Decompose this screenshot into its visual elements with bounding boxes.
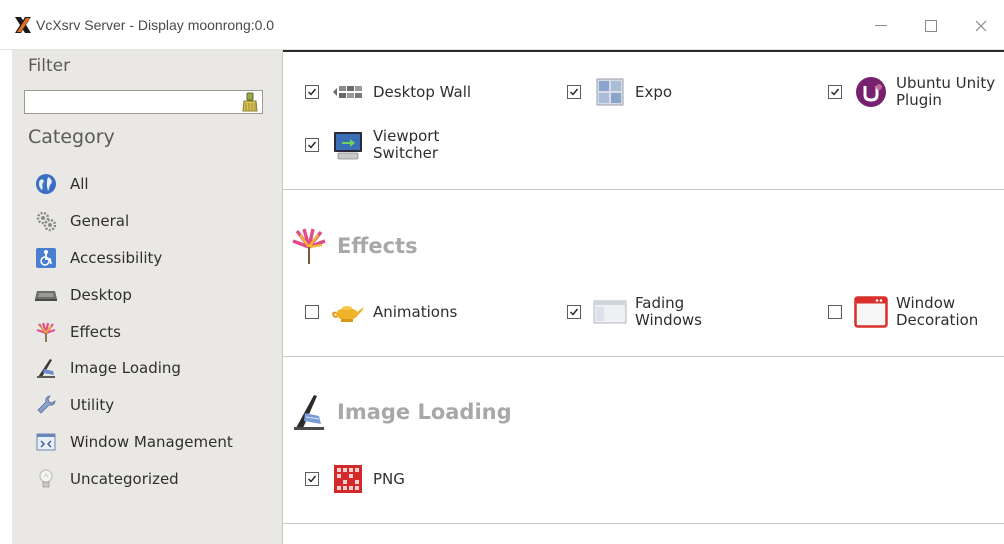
lightbulb-icon [34,467,58,491]
ubuntu-unity-checkbox[interactable] [828,85,842,99]
plugin-label: Animations [373,302,458,321]
window-decoration-icon [854,295,888,329]
window-decoration-checkbox[interactable] [828,305,842,319]
check-icon [308,141,317,149]
category-item-all[interactable]: All [12,166,283,203]
fading-windows-checkbox[interactable] [567,305,581,319]
category-label: Accessibility [70,248,163,267]
plugin-label: Fading Windows [635,294,702,329]
category-item-uncategorized[interactable]: Uncategorized [12,460,283,497]
effects-section-title: Effects [337,234,418,258]
wrench-icon [34,393,58,417]
desktop-wall-icon [331,75,365,109]
category-label: Uncategorized [70,469,179,488]
paintbrush-icon [34,356,58,380]
plugin-label: Ubuntu Unity Plugin [896,74,996,109]
close-button[interactable] [960,9,1002,43]
plugin-animations[interactable]: Animations [305,295,457,329]
plugin-label: PNG [373,469,405,488]
plugin-png[interactable]: PNG [305,462,405,496]
category-item-desktop[interactable]: Desktop [12,276,283,313]
category-heading: Category [28,126,115,148]
plugin-expo[interactable]: Expo [567,75,672,109]
section-divider [283,523,1004,524]
check-icon [308,88,317,96]
expo-icon [593,75,627,109]
section-divider [283,356,1004,357]
category-label: Image Loading [70,359,181,378]
minimize-button[interactable] [860,9,902,43]
paintbrush-icon [291,392,327,432]
wheelchair-icon [34,246,58,270]
genie-lamp-icon [331,295,365,329]
image-loading-section-header: Image Loading [291,392,512,432]
window-management-icon [34,430,58,454]
filter-heading: Filter [28,56,71,76]
effects-section-header: Effects [291,226,418,266]
viewport-switcher-icon [331,128,365,162]
firework-icon [291,226,327,266]
clear-filter-icon[interactable] [241,92,259,112]
image-loading-section-title: Image Loading [337,400,512,424]
category-label: General [70,212,130,231]
plugin-label: Window Decoration [896,294,979,329]
check-icon [308,475,317,483]
plugin-fading-windows[interactable]: Fading Windows [567,295,755,329]
plugin-viewport-switcher[interactable]: Viewport Switcher [305,128,493,162]
category-item-window-management[interactable]: Window Management [12,424,283,461]
category-label: All [70,175,89,194]
sidebar: Filter Category All General Accessibilit… [12,50,283,544]
check-icon [570,88,579,96]
category-label: Effects [70,322,121,341]
category-item-effects[interactable]: Effects [12,313,283,350]
ubuntu-unity-icon [854,75,888,109]
globe-icon [34,172,58,196]
category-label: Desktop [70,285,132,304]
png-icon [331,462,365,496]
gears-icon [34,209,58,233]
plugin-label: Viewport Switcher [373,127,440,162]
category-label: Utility [70,396,115,415]
category-label: Window Management [70,432,233,451]
filter-input[interactable] [24,90,263,114]
close-icon [975,20,987,32]
category-item-utility[interactable]: Utility [12,387,283,424]
category-item-general[interactable]: General [12,203,283,240]
minimize-icon [875,25,887,26]
plugin-list: Desktop Wall Expo Ubuntu Unity Plugin Vi… [283,50,1004,544]
expo-checkbox[interactable] [567,85,581,99]
plugin-window-decoration[interactable]: Window Decoration [828,295,1004,329]
section-divider [283,189,1004,190]
fading-windows-icon [593,295,627,329]
check-icon [831,88,840,96]
viewport-switcher-checkbox[interactable] [305,138,319,152]
category-item-accessibility[interactable]: Accessibility [12,240,283,277]
window-title: VcXsrv Server - Display moonrong:0.0 [36,17,275,33]
plugin-desktop-wall[interactable]: Desktop Wall [305,75,471,109]
title-bar: VcXsrv Server - Display moonrong:0.0 [0,0,1004,50]
png-checkbox[interactable] [305,472,319,486]
plugin-ubuntu-unity[interactable]: Ubuntu Unity Plugin [828,75,1004,109]
maximize-button[interactable] [910,9,952,43]
firework-icon [34,320,58,344]
plugin-label: Expo [635,82,673,101]
desktop-wall-checkbox[interactable] [305,85,319,99]
plugin-label: Desktop Wall [373,82,472,101]
category-item-image-loading[interactable]: Image Loading [12,350,283,387]
animations-checkbox[interactable] [305,305,319,319]
desktop-icon [34,283,58,307]
category-list: All General Accessibility Desktop Effect… [12,166,283,497]
check-icon [570,308,579,316]
maximize-icon [925,20,937,32]
vcxsrv-x-icon [15,17,31,33]
